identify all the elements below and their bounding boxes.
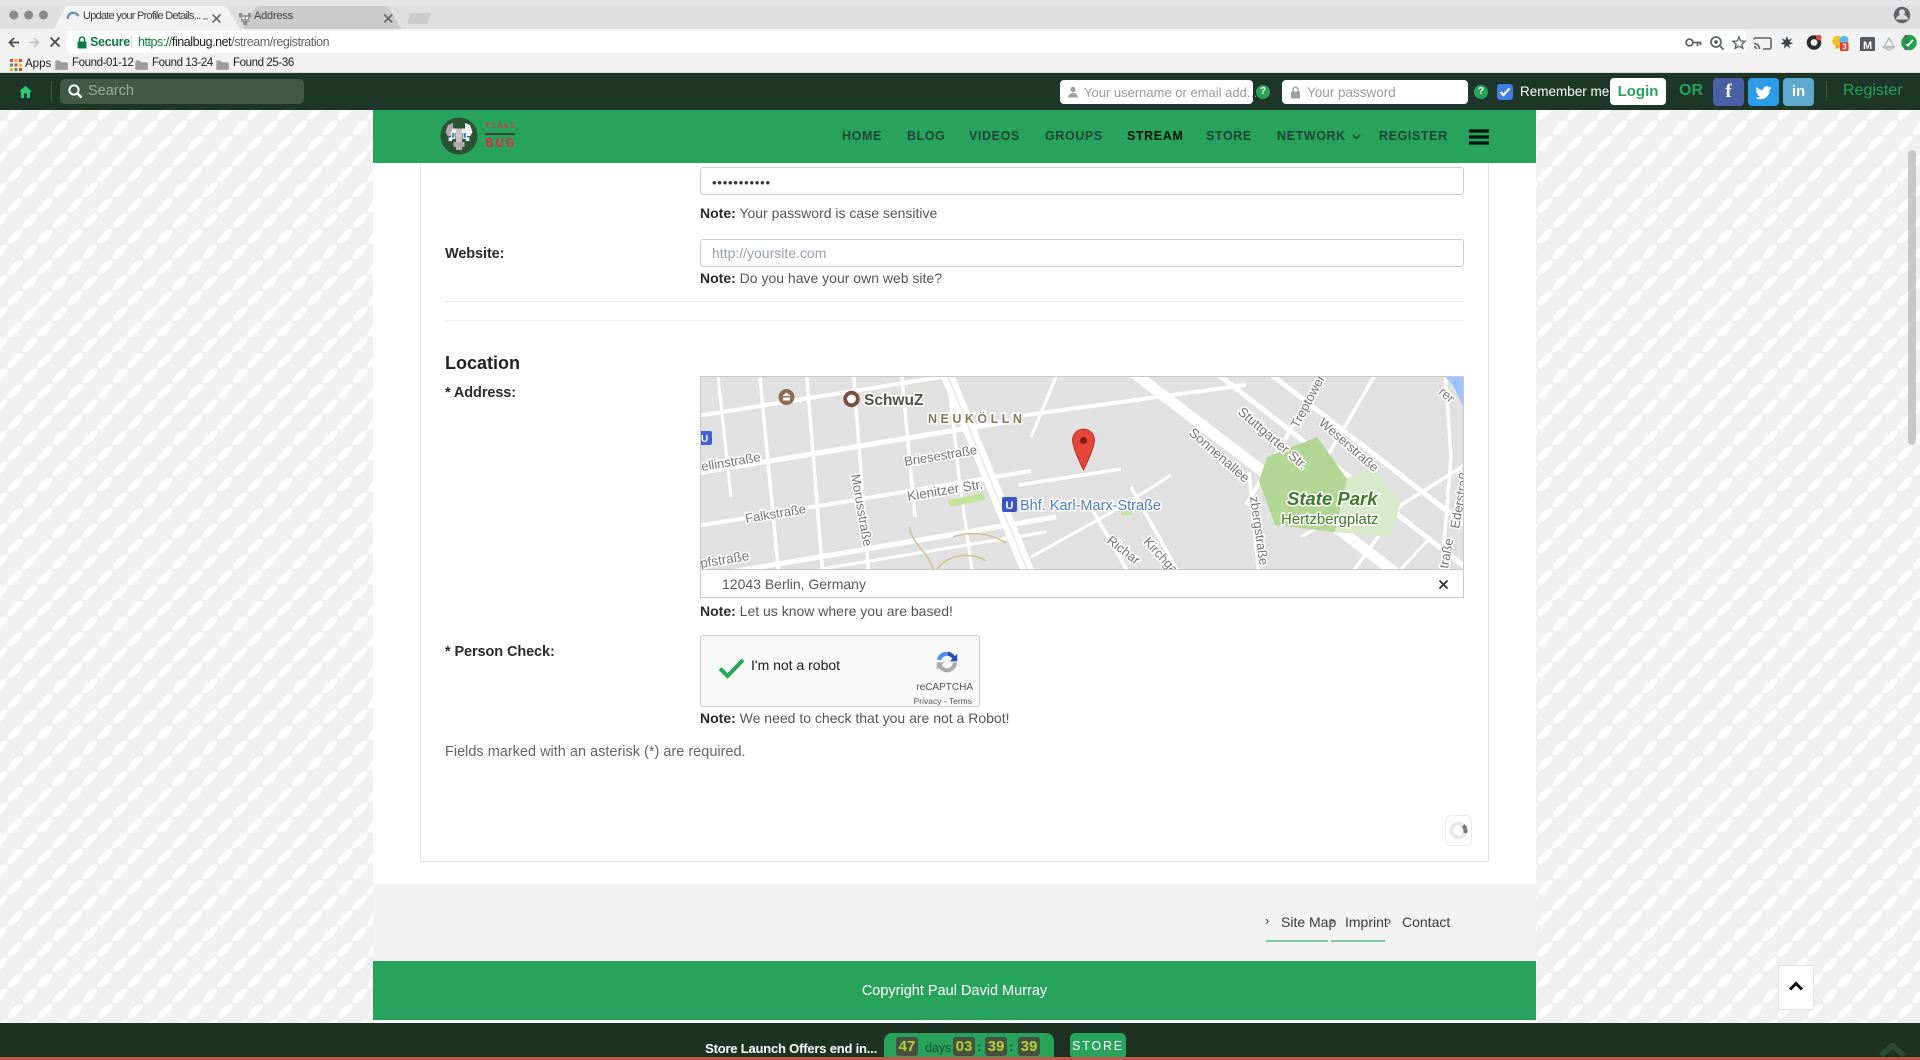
svg-text:Hertzbergplatz: Hertzbergplatz [1281,511,1379,528]
svg-text:U: U [701,434,708,445]
svg-text:U: U [1006,500,1014,512]
svg-text:Bhf. Karl-Marx-Straße: Bhf. Karl-Marx-Straße [1020,498,1161,514]
svg-text:NEUKÖLLN: NEUKÖLLN [928,411,1025,426]
svg-text:SchwuZ: SchwuZ [864,392,924,409]
svg-text:3: 3 [1842,43,1847,51]
svg-text:M: M [1863,40,1872,51]
svg-text:State Park: State Park [1287,488,1379,509]
